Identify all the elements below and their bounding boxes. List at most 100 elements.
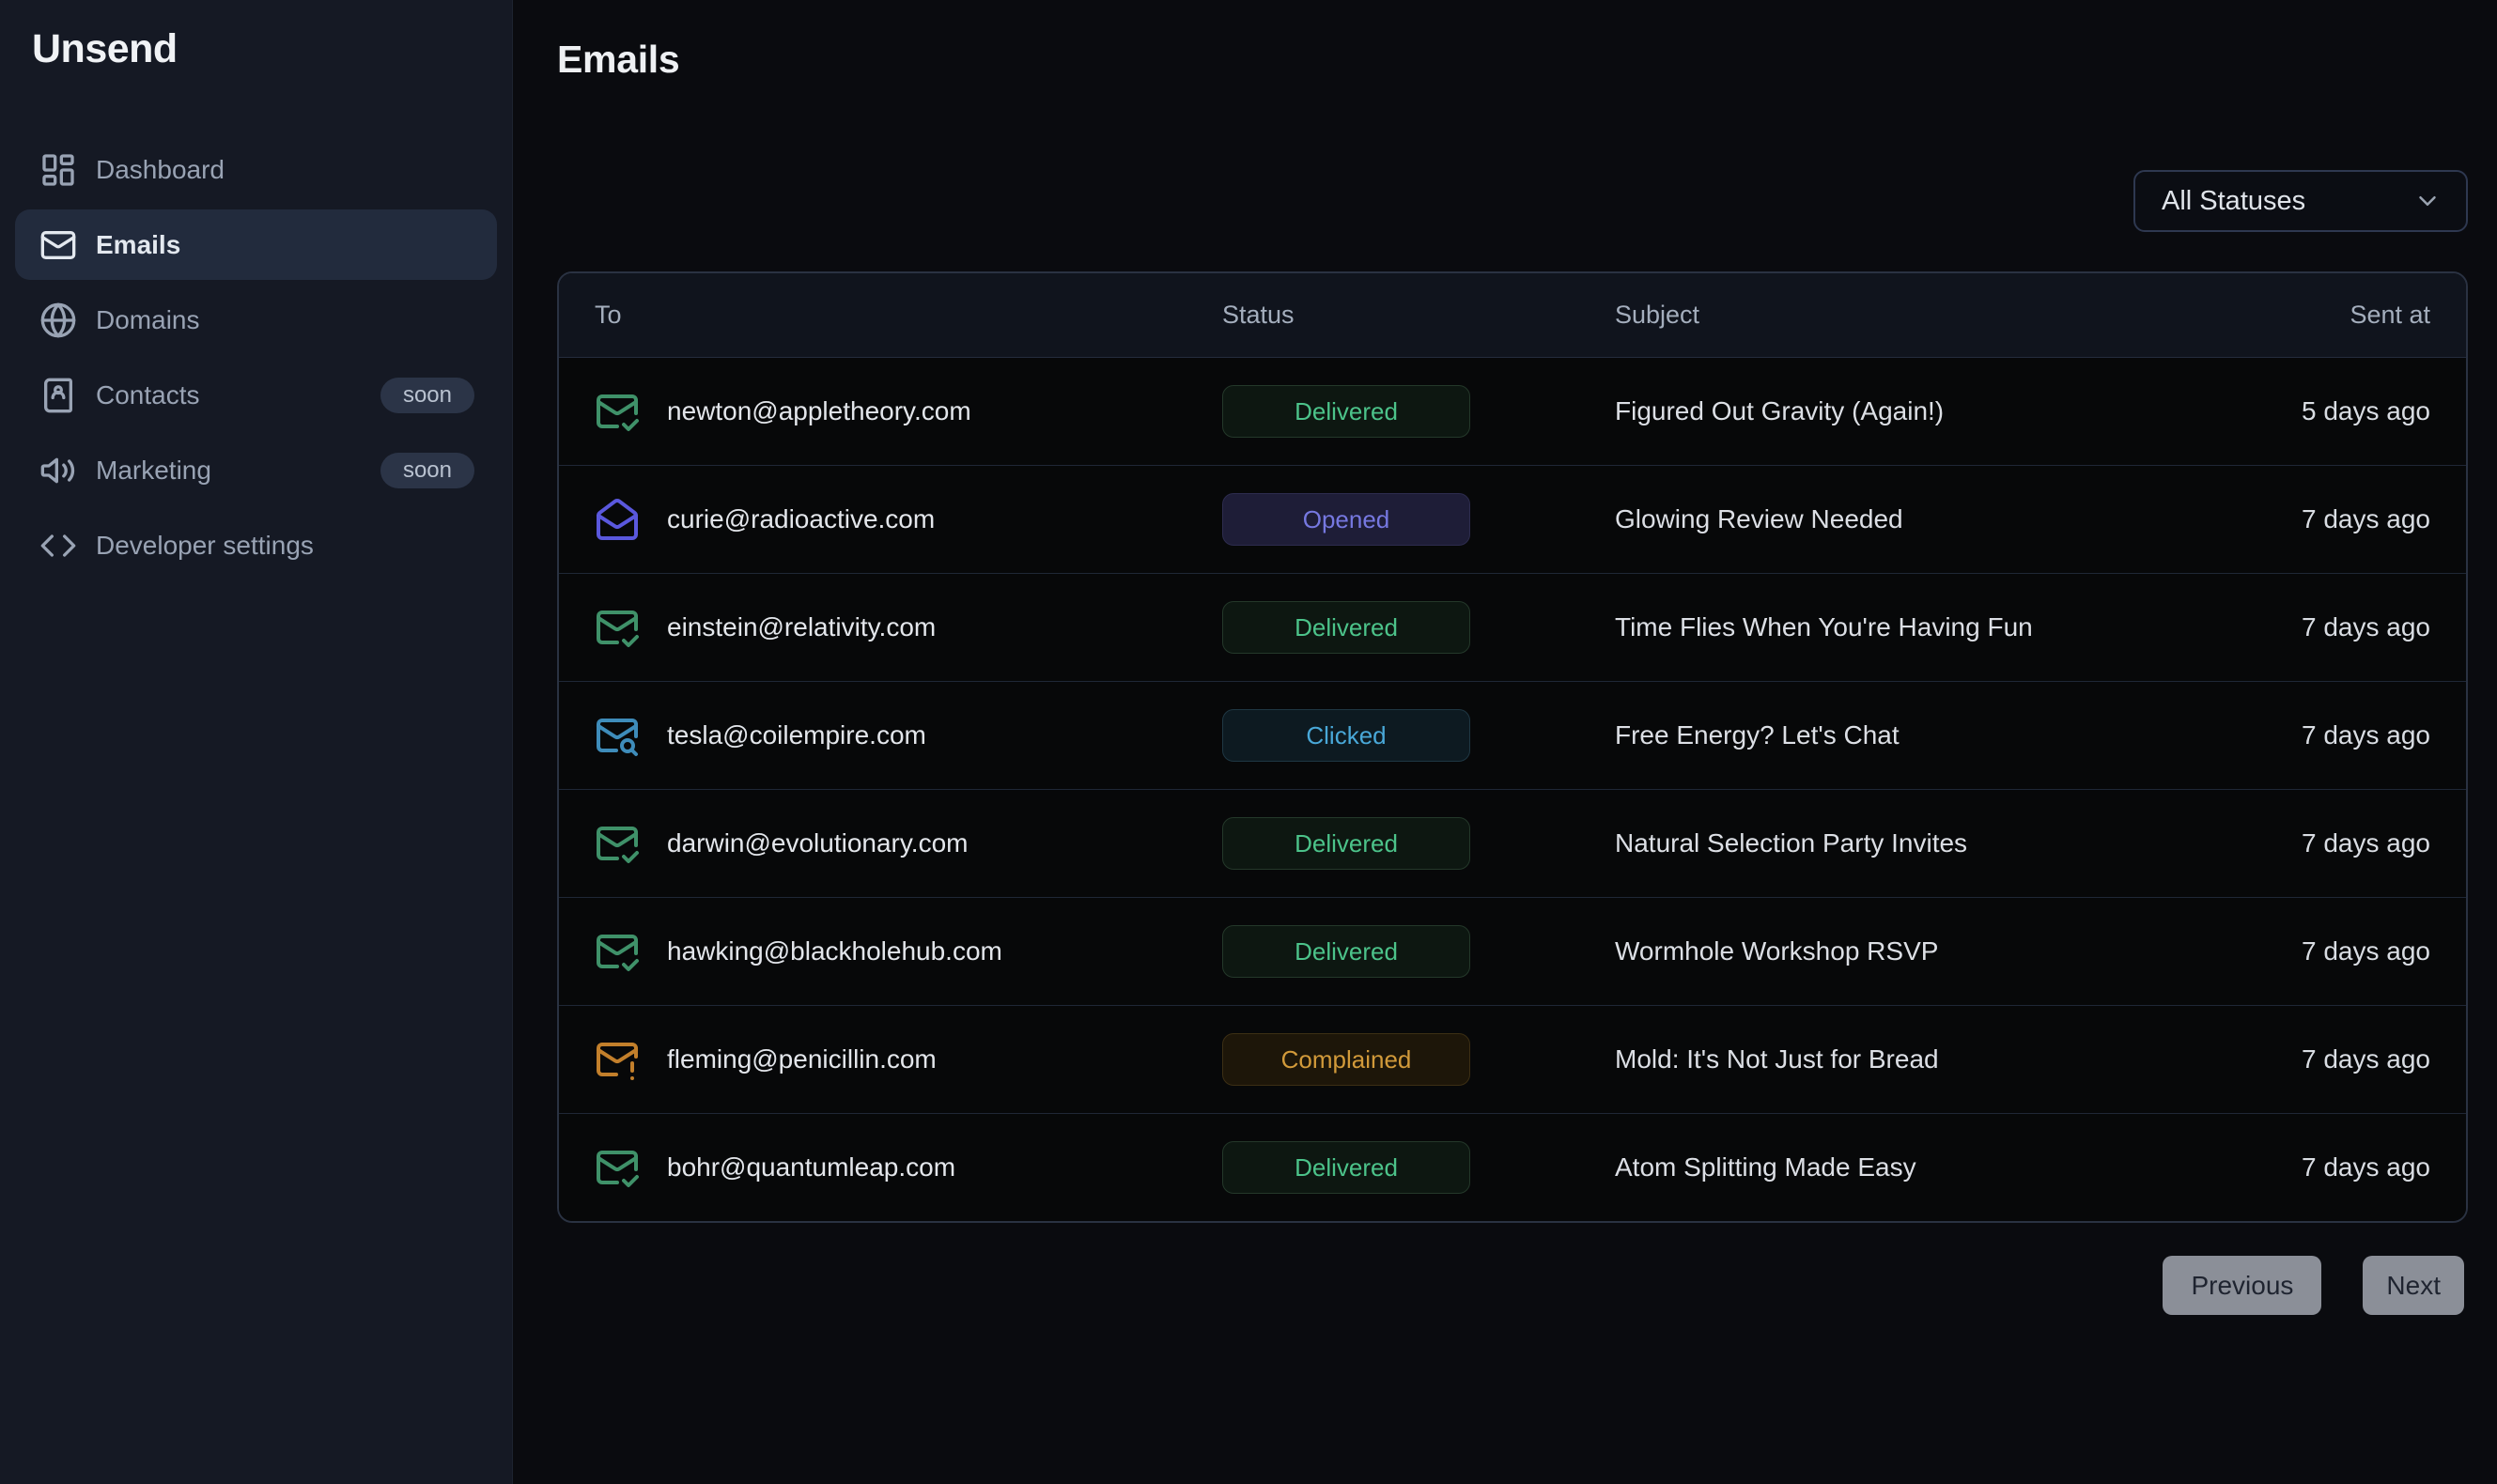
sidebar-item-label: Marketing: [96, 456, 211, 486]
sidebar-item-emails[interactable]: Emails: [15, 209, 497, 280]
sidebar-nav: DashboardEmailsDomainsContactssoonMarket…: [15, 134, 497, 580]
sidebar-item-label: Developer settings: [96, 531, 314, 561]
recipient-email: darwin@evolutionary.com: [667, 828, 968, 858]
sidebar-item-label: Emails: [96, 230, 180, 260]
megaphone-icon: [39, 452, 77, 489]
mail-check-icon: [595, 605, 640, 650]
cell-to: einstein@relativity.com: [595, 605, 1222, 650]
status-filter-value: All Statuses: [2162, 186, 2305, 217]
contacts-icon: [39, 377, 77, 414]
cell-status: Clicked: [1222, 709, 1615, 762]
status-badge: Opened: [1222, 493, 1470, 546]
table-row[interactable]: fleming@penicillin.com Complained Mold: It…: [559, 1005, 2466, 1113]
cell-status: Delivered: [1222, 817, 1615, 870]
cell-to: darwin@evolutionary.com: [595, 821, 1222, 866]
cell-sent-at: 7 days ago: [2130, 1152, 2430, 1183]
table-body: newton@appletheory.com Delivered Figured O…: [559, 358, 2466, 1221]
table-row[interactable]: bohr@quantumleap.com Delivered Atom Splitt…: [559, 1113, 2466, 1221]
recipient-email: newton@appletheory.com: [667, 396, 971, 426]
cell-subject: Natural Selection Party Invites: [1615, 828, 2130, 858]
sidebar-item-label: Contacts: [96, 380, 200, 410]
app-title: Unsend: [15, 26, 497, 72]
globe-icon: [39, 301, 77, 339]
column-header-to: To: [595, 301, 1222, 330]
code-icon: [39, 527, 77, 564]
status-filter-dropdown[interactable]: All Statuses: [2133, 170, 2468, 232]
cell-to: hawking@blackholehub.com: [595, 929, 1222, 974]
next-button[interactable]: Next: [2363, 1256, 2464, 1315]
recipient-email: fleming@penicillin.com: [667, 1044, 937, 1074]
sidebar-item-marketing[interactable]: Marketing soon: [15, 435, 497, 505]
column-header-subject: Subject: [1615, 301, 2130, 330]
table-row[interactable]: darwin@evolutionary.com Delivered Natural …: [559, 789, 2466, 897]
mail-search-icon: [595, 713, 640, 758]
mail-check-icon: [595, 929, 640, 974]
status-badge: Clicked: [1222, 709, 1470, 762]
recipient-email: hawking@blackholehub.com: [667, 936, 1002, 966]
sidebar: Unsend DashboardEmailsDomainsContactssoo…: [0, 0, 513, 1484]
soon-badge: soon: [380, 453, 474, 488]
status-badge: Delivered: [1222, 385, 1470, 438]
status-badge: Delivered: [1222, 601, 1470, 654]
page-title: Emails: [557, 38, 2468, 82]
dashboard-icon: [39, 151, 77, 189]
status-badge: Delivered: [1222, 925, 1470, 978]
status-badge: Complained: [1222, 1033, 1470, 1086]
cell-sent-at: 7 days ago: [2130, 504, 2430, 534]
cell-status: Opened: [1222, 493, 1615, 546]
emails-table: To Status Subject Sent at newton@appleth…: [557, 271, 2468, 1223]
cell-to: bohr@quantumleap.com: [595, 1145, 1222, 1190]
sidebar-item-contacts[interactable]: Contactssoon: [15, 360, 497, 430]
mail-check-icon: [595, 1145, 640, 1190]
cell-status: Delivered: [1222, 925, 1615, 978]
cell-to: newton@appletheory.com: [595, 389, 1222, 434]
pagination: Previous Next: [557, 1256, 2464, 1315]
cell-subject: Mold: It's Not Just for Bread: [1615, 1044, 2130, 1074]
table-row[interactable]: curie@radioactive.com Opened Glowing Revie…: [559, 465, 2466, 573]
table-header: To Status Subject Sent at: [559, 273, 2466, 358]
cell-subject: Figured Out Gravity (Again!): [1615, 396, 2130, 426]
mail-warning-icon: [595, 1037, 640, 1082]
main-content: Emails All Statuses To Status Subject Se…: [513, 0, 2497, 1484]
cell-subject: Free Energy? Let's Chat: [1615, 720, 2130, 750]
recipient-email: bohr@quantumleap.com: [667, 1152, 955, 1183]
recipient-email: einstein@relativity.com: [667, 612, 936, 642]
mail-icon: [39, 226, 77, 264]
filter-row: All Statuses: [557, 170, 2468, 232]
cell-sent-at: 7 days ago: [2130, 612, 2430, 642]
table-row[interactable]: hawking@blackholehub.com Delivered Wormhol…: [559, 897, 2466, 1005]
cell-subject: Glowing Review Needed: [1615, 504, 2130, 534]
cell-subject: Atom Splitting Made Easy: [1615, 1152, 2130, 1183]
status-badge: Delivered: [1222, 817, 1470, 870]
recipient-email: tesla@coilempire.com: [667, 720, 926, 750]
cell-sent-at: 7 days ago: [2130, 720, 2430, 750]
cell-status: Complained: [1222, 1033, 1615, 1086]
column-header-sent-at: Sent at: [2130, 301, 2430, 330]
cell-status: Delivered: [1222, 385, 1615, 438]
sidebar-item-label: Dashboard: [96, 155, 225, 185]
sidebar-item-developer-settings[interactable]: Developer settings: [15, 510, 497, 580]
cell-to: curie@radioactive.com: [595, 497, 1222, 542]
cell-to: tesla@coilempire.com: [595, 713, 1222, 758]
mail-open-icon: [595, 497, 640, 542]
mail-check-icon: [595, 389, 640, 434]
sidebar-item-label: Domains: [96, 305, 199, 335]
cell-sent-at: 7 days ago: [2130, 1044, 2430, 1074]
table-row[interactable]: einstein@relativity.comDeliveredTime Fli…: [559, 573, 2466, 681]
previous-button[interactable]: Previous: [2163, 1256, 2321, 1315]
cell-status: Delivered: [1222, 1141, 1615, 1194]
cell-sent-at: 7 days ago: [2130, 936, 2430, 966]
table-row[interactable]: newton@appletheory.com Delivered Figured O…: [559, 358, 2466, 465]
mail-check-icon: [595, 821, 640, 866]
recipient-email: curie@radioactive.com: [667, 504, 935, 534]
table-row[interactable]: tesla@coilempire.com Clicked Free Energy? …: [559, 681, 2466, 789]
status-badge: Delivered: [1222, 1141, 1470, 1194]
cell-subject: Wormhole Workshop RSVP: [1615, 936, 2130, 966]
cell-to: fleming@penicillin.com: [595, 1037, 1222, 1082]
sidebar-item-dashboard[interactable]: Dashboard: [15, 134, 497, 205]
cell-sent-at: 7 days ago: [2130, 828, 2430, 858]
sidebar-item-domains[interactable]: Domains: [15, 285, 497, 355]
cell-sent-at: 5 days ago: [2130, 396, 2430, 426]
cell-status: Delivered: [1222, 601, 1615, 654]
app-root: Unsend DashboardEmailsDomainsContactssoo…: [0, 0, 2497, 1484]
